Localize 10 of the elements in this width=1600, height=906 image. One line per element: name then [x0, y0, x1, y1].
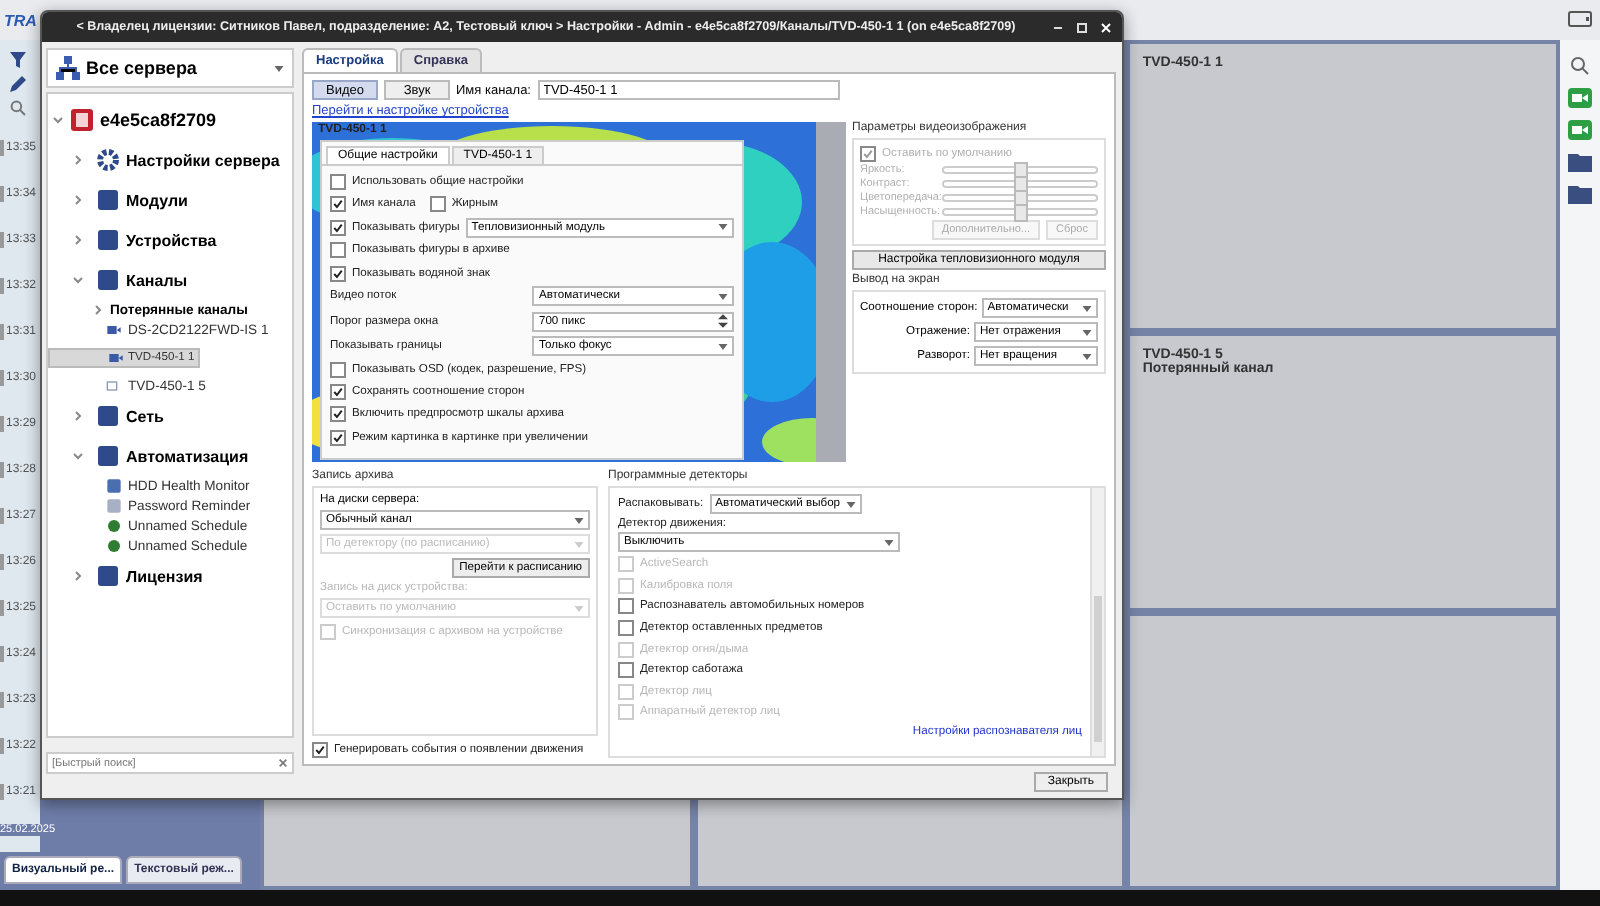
tree-item[interactable]: Устройства — [48, 220, 292, 260]
server-dropdown[interactable]: Все сервера — [46, 48, 294, 88]
tree-item[interactable]: Сеть — [48, 396, 292, 436]
tree-item[interactable]: Каналы — [48, 260, 292, 300]
tree-item[interactable]: Настройки сервера — [48, 140, 292, 180]
tree-item[interactable]: e4e5ca8f2709 — [48, 100, 292, 140]
tree-item[interactable]: Модули — [48, 180, 292, 220]
app-logo: TRA — [4, 11, 37, 29]
tree-item[interactable]: Лицензия — [48, 556, 292, 596]
tree-item[interactable]: Автоматизация — [48, 436, 292, 476]
